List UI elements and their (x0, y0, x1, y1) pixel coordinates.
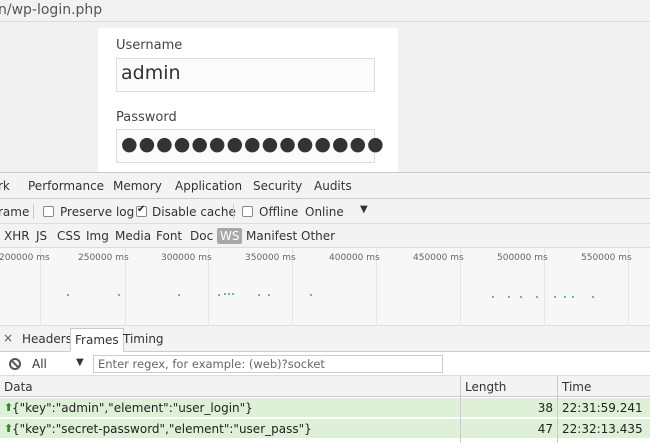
timeline-frame-marker (228, 293, 230, 295)
request-detail-tabs: × Headers Frames Timing (0, 326, 650, 352)
password-field[interactable]: ●●●●●●●●●●●●●●● (116, 129, 384, 163)
column-divider[interactable] (460, 376, 461, 443)
timeline-frame-marker (178, 294, 180, 296)
page-viewport: Username admin Password ●●●●●●●●●●●●●●● (0, 22, 650, 178)
filter-manifest[interactable]: Manifest (246, 229, 297, 243)
frame-length: 38 (537, 401, 553, 415)
column-header-time[interactable]: Time (562, 380, 591, 394)
offline-label: Offline (259, 205, 299, 219)
filter-ws[interactable]: WS (217, 228, 243, 244)
tab-headers[interactable]: Headers (22, 332, 72, 346)
tab-security[interactable]: Security (253, 179, 302, 193)
timeline-frame-marker (520, 296, 522, 298)
tab-memory[interactable]: Memory (113, 179, 162, 193)
disable-cache-label: Disable cache (152, 205, 236, 219)
filter-other[interactable]: Other (301, 229, 335, 243)
preserve-log-checkbox[interactable] (43, 206, 54, 217)
tab-performance[interactable]: Performance (28, 179, 104, 193)
frame-length: 47 (537, 422, 553, 436)
column-divider[interactable] (557, 376, 558, 443)
timeline-frame-marker (564, 296, 566, 298)
table-row[interactable]: ⬆ {"key":"admin","element":"user_login"}… (0, 398, 650, 418)
table-row[interactable]: ⬆ {"key":"secret-password","element":"us… (0, 419, 650, 439)
filter-xhr[interactable]: XHR (4, 229, 30, 243)
login-form: Username admin Password ●●●●●●●●●●●●●●● (98, 28, 398, 178)
frame-regex-input[interactable]: Enter regex, for example: (web)?socket (93, 355, 443, 373)
timeline-tick-label: 300000 ms (161, 253, 212, 263)
disable-cache-checkbox[interactable] (136, 204, 147, 217)
filter-img[interactable]: Img (86, 229, 109, 243)
column-header-data[interactable]: Data (4, 380, 33, 394)
timeline-frame-marker (508, 296, 510, 298)
timeline-tick-label: 500000 ms (497, 253, 548, 263)
network-overview-timeline[interactable]: 200000 ms 250000 ms 300000 ms 350000 ms … (0, 248, 650, 326)
filter-font[interactable]: Font (156, 229, 182, 243)
resource-type-filters: XHR JS CSS Img Media Font Doc WS Manifes… (0, 224, 650, 248)
timeline-frame-marker (536, 296, 538, 298)
preserve-log-label: Preserve log (60, 205, 135, 219)
tab-application[interactable]: Application (175, 179, 242, 193)
timeline-frame-marker (67, 294, 69, 296)
timeline-tick-label: 200000 ms (0, 253, 50, 263)
toolbar-divider (33, 204, 34, 219)
filter-doc[interactable]: Doc (190, 229, 213, 243)
timeline-frame-marker (554, 296, 556, 298)
filter-js[interactable]: JS (36, 229, 47, 243)
caret-down-icon[interactable]: ▼ (360, 204, 368, 215)
url-text[interactable]: n/wp-login.php (0, 2, 102, 18)
timeline-frame-marker (492, 296, 494, 298)
caret-down-icon[interactable]: ▼ (76, 357, 84, 368)
close-icon[interactable]: × (3, 331, 13, 345)
devtools-panel: rk Performance Memory Application Securi… (0, 172, 650, 443)
timeline-tick-label: 350000 ms (245, 253, 296, 263)
filter-media[interactable]: Media (115, 229, 151, 243)
address-bar[interactable]: n/wp-login.php (0, 0, 650, 22)
screenshot-frame-label[interactable]: rame (0, 205, 29, 219)
devtools-tabs: rk Performance Memory Application Securi… (0, 173, 650, 199)
offline-checkbox[interactable] (242, 206, 253, 217)
timeline-tick-label: 400000 ms (329, 253, 380, 263)
timeline-frame-marker (218, 294, 220, 296)
timeline-tick-label: 550000 ms (581, 253, 632, 263)
frames-table: Data Length Time ⬆ {"key":"admin","eleme… (0, 376, 650, 443)
timeline-frame-marker (572, 296, 574, 298)
frame-type-select[interactable]: All (32, 357, 47, 371)
timeline-tick-label: 450000 ms (413, 253, 464, 263)
timeline-frame-marker (268, 294, 270, 296)
frames-table-header: Data Length Time (0, 376, 650, 397)
timeline-frame-marker (232, 293, 234, 295)
frames-filter-bar: All ▼ Enter regex, for example: (web)?so… (0, 352, 650, 376)
timeline-tick-label: 250000 ms (78, 253, 129, 263)
throttling-select[interactable]: Online (305, 205, 344, 219)
tab-frames[interactable]: Frames (70, 328, 124, 352)
frame-data: {"key":"secret-password","element":"user… (12, 422, 312, 436)
username-label: Username (116, 38, 183, 53)
timeline-frame-marker (224, 293, 226, 295)
timeline-frame-marker (258, 294, 260, 296)
frame-time: 22:32:13.435 (562, 422, 643, 436)
tab-timing[interactable]: Timing (123, 332, 164, 346)
timeline-frame-marker (118, 294, 120, 296)
tab-audits[interactable]: Audits (314, 179, 352, 193)
network-toolbar: rame Preserve log Disable cache Offline … (0, 199, 650, 224)
tab-network[interactable]: rk (0, 179, 10, 193)
toolbar-divider (233, 204, 234, 219)
username-field[interactable]: admin (116, 58, 375, 92)
frame-time: 22:31:59.241 (562, 401, 643, 415)
password-label: Password (116, 110, 177, 125)
column-header-length[interactable]: Length (465, 380, 506, 394)
timeline-frame-marker (592, 296, 594, 298)
filter-css[interactable]: CSS (57, 229, 81, 243)
clear-frames-icon[interactable] (9, 358, 21, 370)
frame-data: {"key":"admin","element":"user_login"} (12, 401, 253, 415)
timeline-frame-marker (310, 294, 312, 296)
